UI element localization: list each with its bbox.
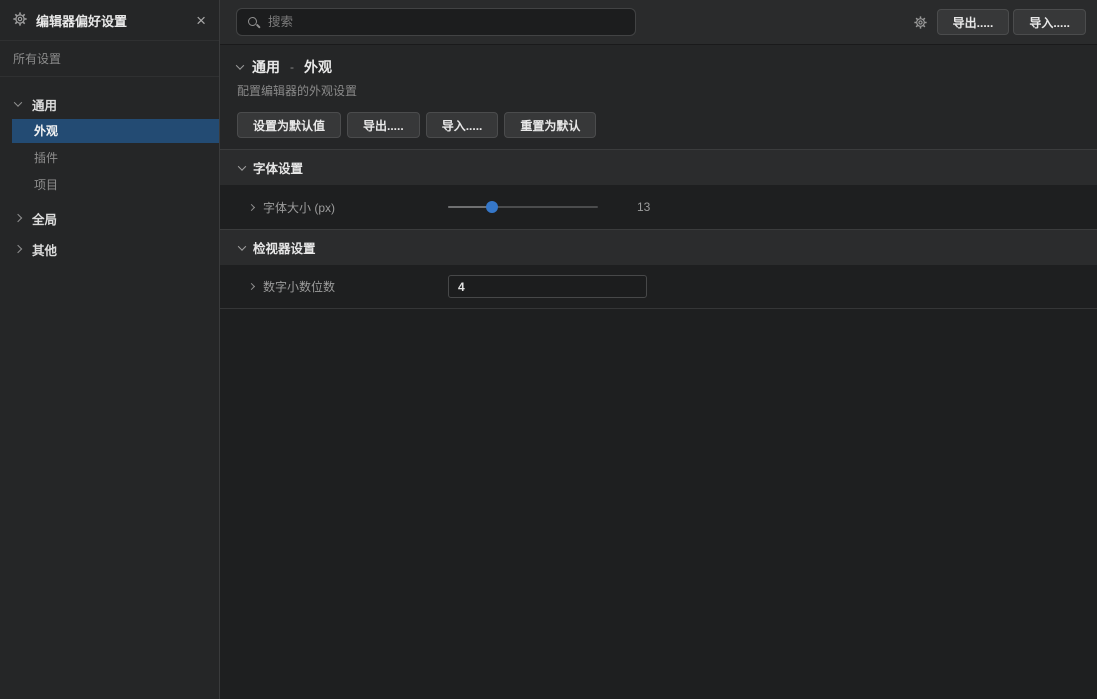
page-actions: 设置为默认值 导出..... 导入..... 重置为默认 (237, 112, 1097, 138)
preferences-gear-icon (13, 12, 27, 29)
window-title: 编辑器偏好设置 (36, 11, 187, 30)
tree-item-appearance[interactable]: 外观 (12, 119, 219, 143)
main-panel: 导出..... 导入..... 通用 - 外观 配置编辑器的外观设置 设置为默认… (220, 0, 1097, 699)
chevron-right-icon[interactable] (248, 283, 255, 290)
breadcrumb: 通用 - 外观 (237, 57, 1097, 77)
decimal-places-input[interactable] (448, 275, 647, 298)
chevron-down-icon (14, 98, 22, 106)
tree-item-global[interactable]: 全局 (0, 205, 219, 231)
chevron-down-icon (238, 162, 246, 170)
setting-label: 字体大小 (px) (263, 199, 335, 216)
breadcrumb-separator: - (290, 60, 294, 74)
decimal-places-control (448, 275, 647, 298)
section-header-font-settings[interactable]: 字体设置 (220, 149, 1097, 185)
chevron-right-icon (14, 245, 22, 253)
tree-group-general: 通用 外观 插件 项目 (0, 91, 219, 197)
set-default-button[interactable]: 设置为默认值 (237, 112, 341, 138)
setting-label: 数字小数位数 (263, 278, 335, 295)
content-empty-area (220, 309, 1097, 699)
tree-item-plugins[interactable]: 插件 (12, 146, 219, 170)
preferences-window: 编辑器偏好设置 × 所有设置 通用 外观 插件 项目 全局 (0, 0, 1097, 699)
tree-item-other[interactable]: 其他 (0, 236, 219, 262)
tree-item-label: 其他 (32, 240, 57, 259)
toolbar-export-button[interactable]: 导出..... (937, 9, 1010, 35)
chevron-right-icon[interactable] (248, 203, 255, 210)
toolbar-gear-icon[interactable] (914, 16, 927, 29)
font-size-value: 13 (637, 200, 650, 214)
tree-item-project[interactable]: 项目 (12, 173, 219, 197)
section-header-inspector-settings[interactable]: 检视器设置 (220, 229, 1097, 265)
font-size-slider[interactable] (448, 201, 598, 214)
sidebar-item-all-settings[interactable]: 所有设置 (0, 41, 219, 77)
tree-children-general: 外观 插件 项目 (0, 119, 219, 197)
setting-row-decimal-places: 数字小数位数 (220, 265, 1097, 309)
setting-row-font-size: 字体大小 (px) 13 (220, 185, 1097, 229)
tree-item-label: 通用 (32, 95, 57, 114)
page-title: 外观 (304, 57, 332, 77)
chevron-down-icon (238, 242, 246, 250)
reset-default-button[interactable]: 重置为默认 (504, 112, 596, 138)
toolbar-import-button[interactable]: 导入..... (1013, 9, 1086, 35)
tree-item-label: 全局 (32, 209, 57, 228)
export-button[interactable]: 导出..... (347, 112, 420, 138)
breadcrumb-parent: 通用 (252, 57, 280, 77)
search-input[interactable] (268, 15, 625, 29)
toolbar: 导出..... 导入..... (220, 0, 1097, 45)
font-size-control: 13 (448, 200, 650, 214)
import-button[interactable]: 导入..... (426, 112, 499, 138)
chevron-down-icon[interactable] (236, 61, 244, 69)
close-icon[interactable]: × (196, 12, 206, 29)
section-title: 字体设置 (253, 158, 303, 177)
search-icon (247, 16, 260, 29)
page-description: 配置编辑器的外观设置 (237, 83, 1097, 99)
page-header: 通用 - 外观 配置编辑器的外观设置 设置为默认值 导出..... 导入....… (220, 45, 1097, 149)
sidebar: 编辑器偏好设置 × 所有设置 通用 外观 插件 项目 全局 (0, 0, 220, 699)
sidebar-header: 编辑器偏好设置 × (0, 0, 219, 41)
slider-thumb[interactable] (486, 201, 498, 213)
chevron-right-icon (14, 214, 22, 222)
section-title: 检视器设置 (253, 238, 316, 257)
settings-tree: 通用 外观 插件 项目 全局 其他 (0, 77, 219, 262)
search-box (236, 8, 636, 36)
tree-item-general[interactable]: 通用 (0, 91, 219, 117)
